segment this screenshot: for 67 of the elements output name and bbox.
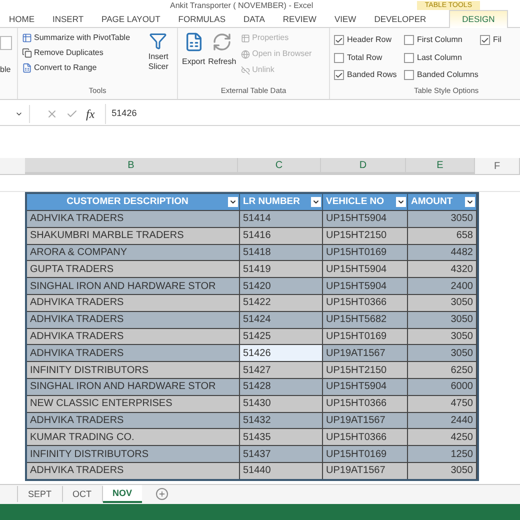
ribbon-tab[interactable]: DATA <box>234 11 274 27</box>
table-cell: 51440 <box>240 462 323 479</box>
properties-icon <box>241 34 250 42</box>
ribbon-command[interactable]: Summarize with PivotTable <box>22 32 144 44</box>
checkbox[interactable] <box>334 35 344 45</box>
formula-field[interactable]: 51426 <box>104 104 520 124</box>
sheet-tab[interactable]: SEPT <box>18 486 63 502</box>
column-header[interactable]: D <box>321 158 406 174</box>
slicer-icon <box>149 32 168 50</box>
checkbox[interactable] <box>404 70 414 80</box>
checkbox[interactable] <box>404 35 414 45</box>
option-label: Header Row <box>347 34 392 46</box>
option-label: Banded Columns <box>417 69 478 82</box>
checkbox[interactable] <box>404 52 414 63</box>
option-label: Last Column <box>417 52 462 64</box>
export-icon <box>184 32 204 52</box>
filter-dropdown-button[interactable] <box>311 197 321 207</box>
unlink-icon <box>241 66 250 74</box>
refresh-icon <box>212 32 232 52</box>
dropdown-icon <box>312 198 320 206</box>
dropdown-icon <box>397 198 405 206</box>
table-cell: 3050 <box>408 462 477 479</box>
ribbon-tab[interactable]: FORMULAS <box>169 11 234 27</box>
insert-function-button[interactable]: fx <box>86 104 95 122</box>
ribbon-tab[interactable]: HOME <box>0 11 44 27</box>
pivot-table-icon <box>22 33 32 43</box>
column-header[interactable]: F <box>475 158 520 174</box>
ribbon-tab[interactable]: REVIEW <box>274 11 326 27</box>
filter-dropdown-button[interactable] <box>228 197 238 207</box>
ribbon-tab[interactable]: DESIGN <box>449 10 508 28</box>
browser-icon <box>241 50 250 58</box>
group-label: ble <box>0 64 12 76</box>
ribbon-command[interactable]: Remove Duplicates <box>22 47 144 59</box>
option-label: Total Row <box>347 52 382 64</box>
refresh-button[interactable]: Refresh <box>208 32 236 85</box>
insert-slicer-button[interactable]: Insert Slicer <box>144 32 173 85</box>
ribbon-tab[interactable]: VIEW <box>325 11 366 27</box>
add-sheet-button[interactable] <box>156 488 168 500</box>
ribbon-tab[interactable]: DEVELOPER <box>365 11 436 27</box>
checkbox[interactable] <box>334 70 344 80</box>
export-button[interactable]: Export <box>182 32 206 85</box>
option-label: Banded Rows <box>347 69 397 82</box>
column-header[interactable]: C <box>238 158 321 174</box>
table-cell: 51426 <box>240 345 323 362</box>
table-name-field[interactable] <box>0 36 12 50</box>
duplicates-icon <box>22 48 32 58</box>
checkbox[interactable] <box>480 35 490 45</box>
sheet-tab[interactable]: NOV <box>102 485 142 504</box>
filter-dropdown-button[interactable] <box>465 197 475 207</box>
plus-icon <box>158 490 166 498</box>
dropdown-icon <box>229 198 237 206</box>
range-icon <box>22 63 32 73</box>
window-title: Ankit Transporter ( NOVEMBER) - Excel <box>170 1 314 10</box>
dropdown-icon <box>466 198 474 206</box>
ribbon-command[interactable]: Convert to Range <box>22 62 144 74</box>
table-cell: ADHVIKA TRADERS <box>27 462 240 479</box>
ribbon-tab[interactable]: PAGE LAYOUT <box>92 11 170 27</box>
option-label: First Column <box>417 34 462 46</box>
ribbon-tab[interactable]: INSERT <box>44 11 93 27</box>
table-cell: UP19AT1567 <box>323 462 408 479</box>
checkbox[interactable] <box>334 52 344 63</box>
filter-dropdown-button[interactable] <box>396 197 406 207</box>
column-header[interactable]: B <box>25 158 238 174</box>
column-header[interactable]: E <box>406 158 475 174</box>
enter-icon <box>66 108 78 120</box>
option-label: Fil <box>493 34 502 46</box>
cancel-icon <box>46 108 58 120</box>
